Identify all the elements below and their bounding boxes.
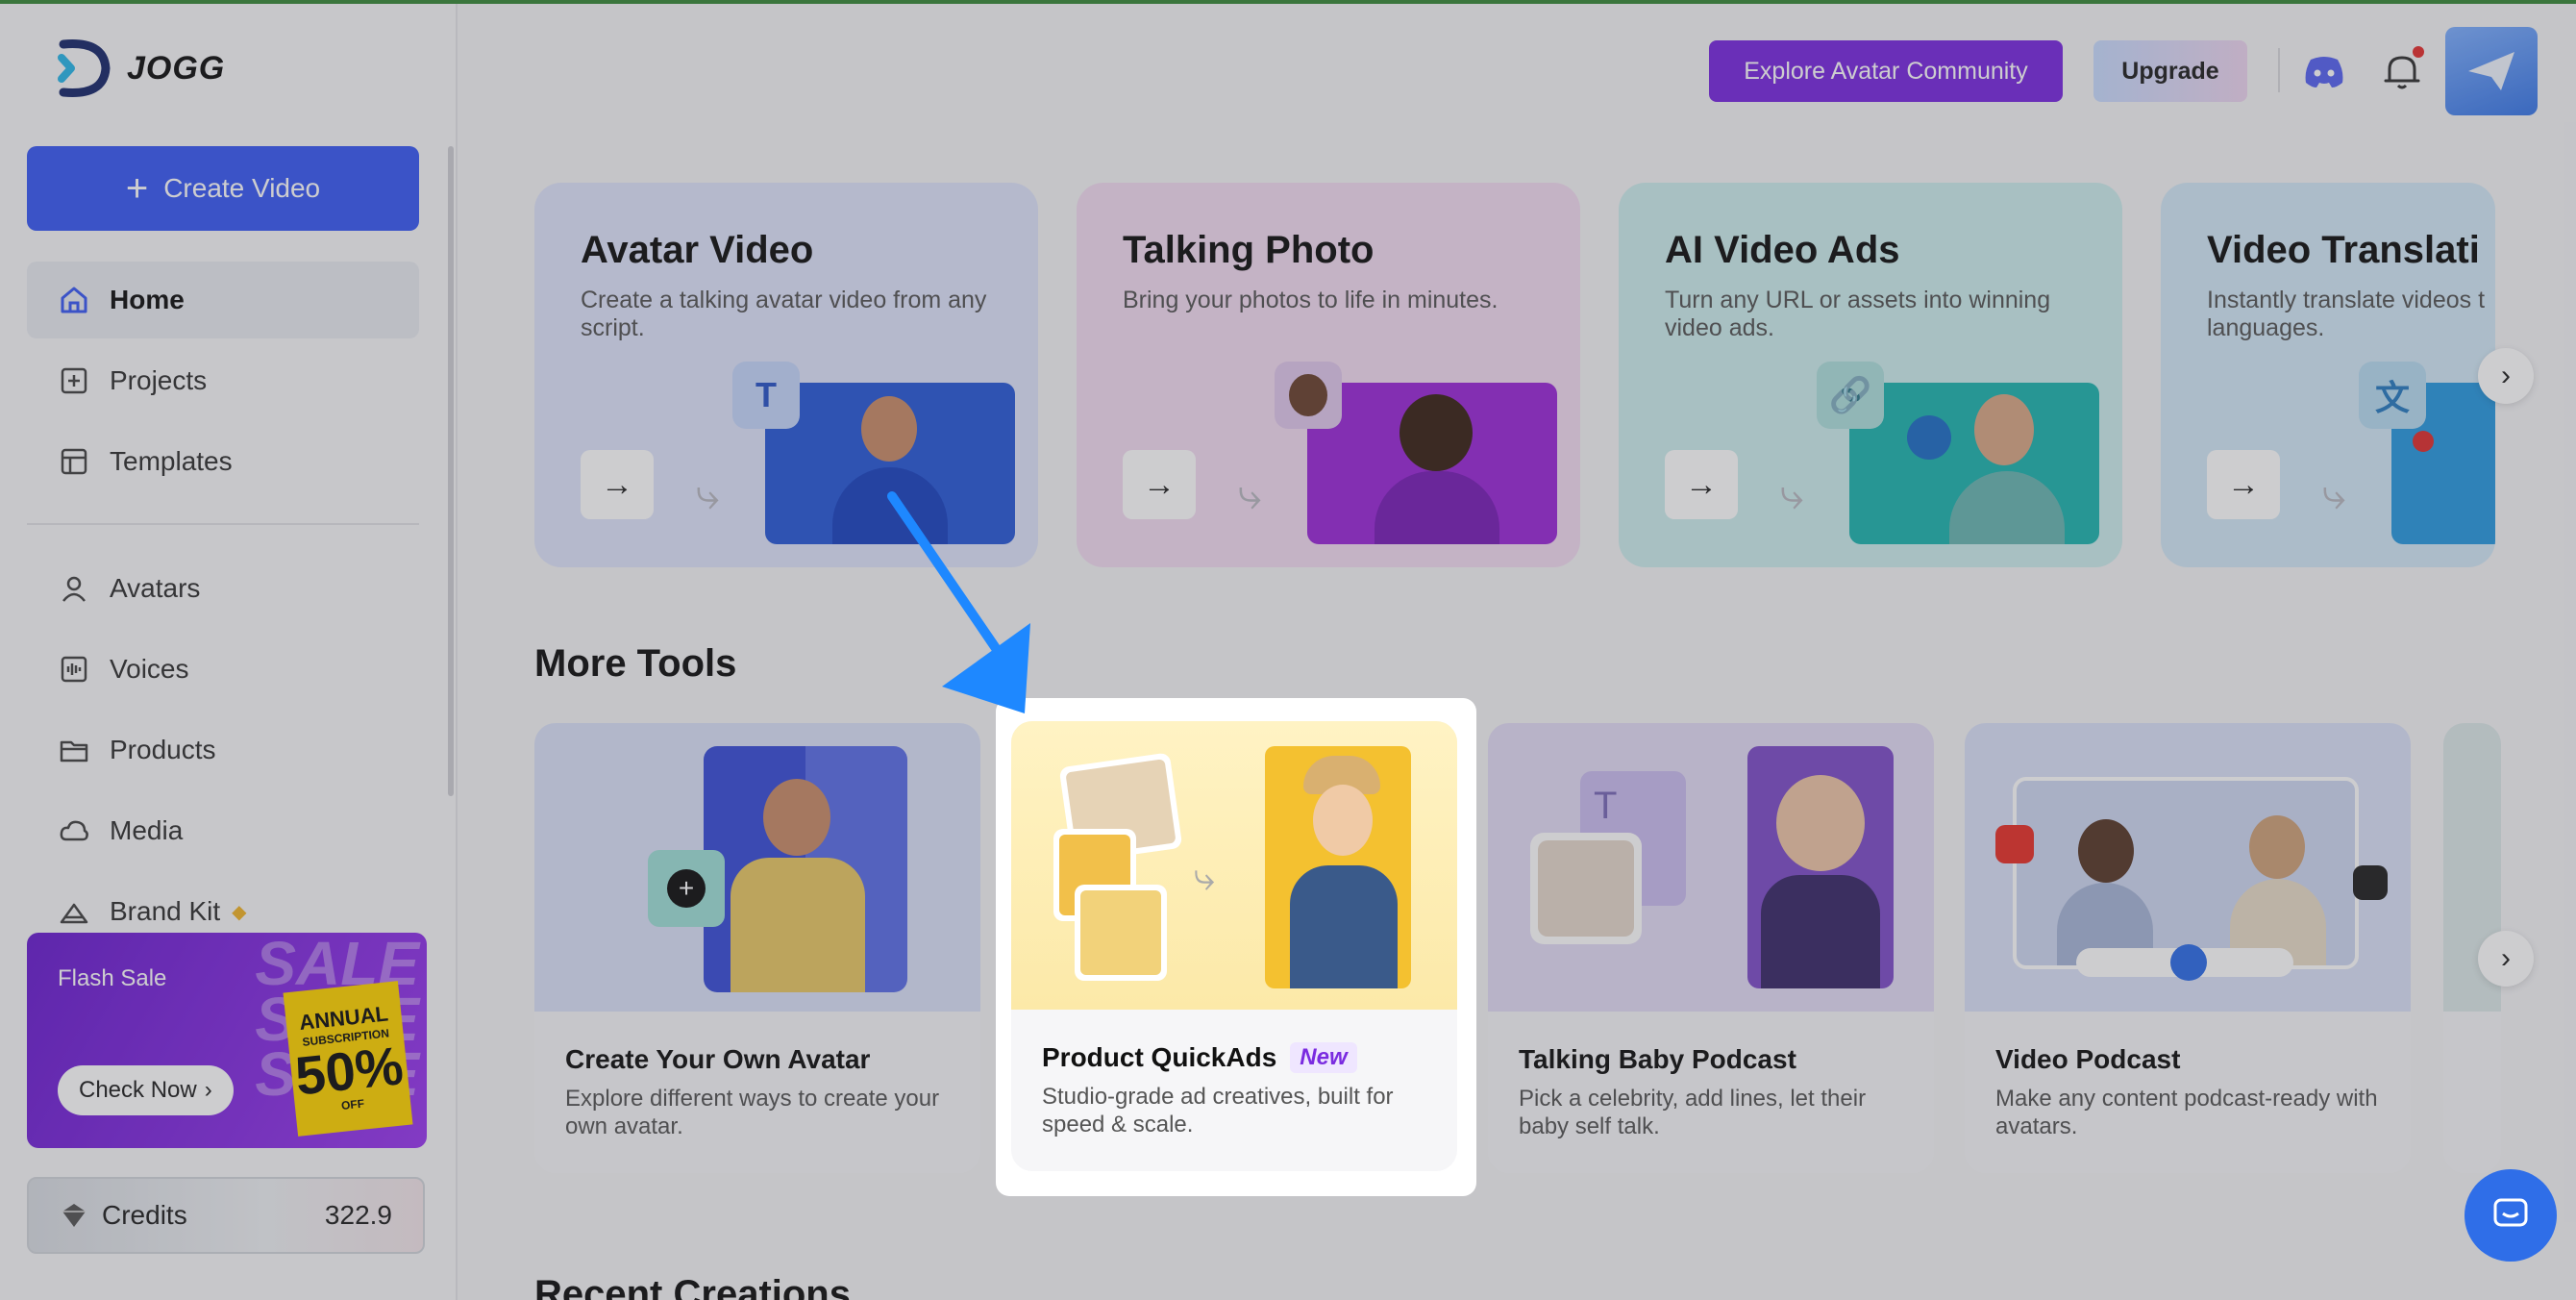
highlight-frame: ⤷ Product QuickAds New Studio-grade ad c…	[996, 698, 1476, 1196]
chat-support-button[interactable]	[2465, 1169, 2557, 1262]
pointer-arrow-icon	[887, 491, 1030, 713]
product-quickads-thumbnail: ⤷	[1011, 721, 1457, 1010]
new-badge: New	[1290, 1042, 1357, 1073]
chat-bubble-icon	[2493, 1198, 2528, 1227]
tool-card-product-quickads[interactable]: ⤷ Product QuickAds New Studio-grade ad c…	[1011, 721, 1457, 1171]
curve-arrow-icon: ⤷	[1194, 856, 1216, 898]
tool-title: Product QuickAds New	[1042, 1042, 1357, 1073]
tool-desc: Studio-grade ad creatives, built for spe…	[1042, 1084, 1394, 1138]
